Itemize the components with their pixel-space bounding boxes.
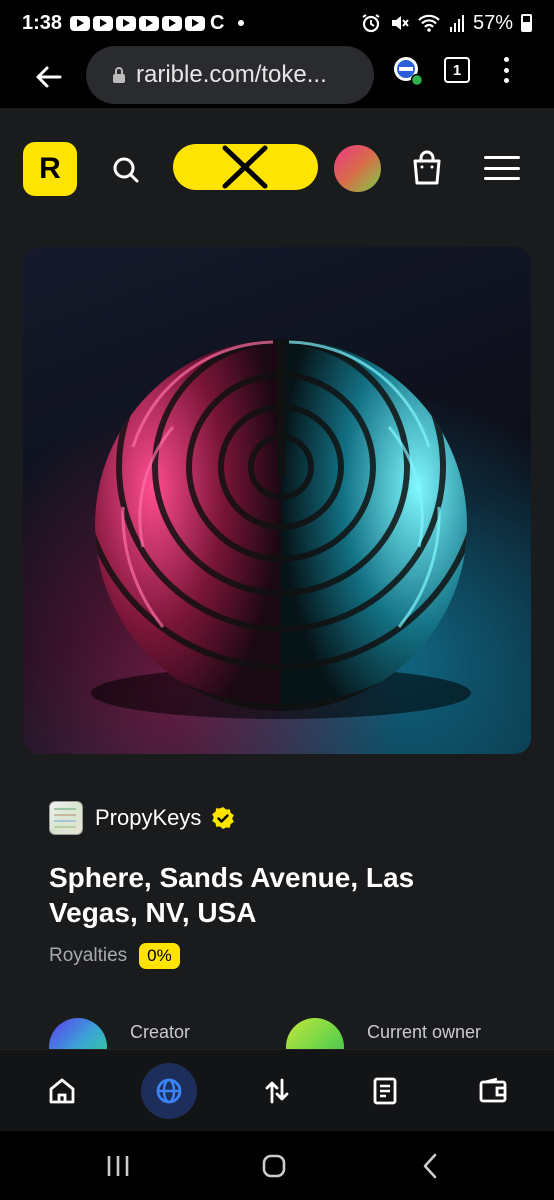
bottom-navigation bbox=[0, 1049, 554, 1131]
lock-icon bbox=[113, 67, 125, 83]
youtube-notification-icon bbox=[162, 15, 183, 31]
collection-thumbnail bbox=[49, 801, 83, 835]
royalties-label: Royalties bbox=[49, 945, 128, 966]
home-button-icon bbox=[262, 1154, 286, 1178]
token-title: Sphere, Sands Avenue, Las Vegas, NV, USA bbox=[49, 862, 415, 928]
nav-explore-button[interactable] bbox=[141, 1063, 197, 1119]
globe-icon bbox=[156, 1078, 182, 1104]
wallet-icon bbox=[479, 1077, 507, 1103]
alarm-icon bbox=[362, 14, 380, 33]
collection-name[interactable]: PropyKeys bbox=[95, 805, 201, 831]
browser-menu-button[interactable] bbox=[496, 54, 516, 86]
verified-badge-icon bbox=[212, 807, 235, 829]
back-system-button[interactable] bbox=[410, 1151, 450, 1181]
back-arrow-icon bbox=[36, 66, 62, 88]
x-promo-button[interactable] bbox=[173, 144, 318, 190]
royalties-row: Royalties 0% bbox=[49, 943, 180, 969]
neon-sphere-artwork bbox=[91, 339, 471, 719]
extension-icon bbox=[394, 57, 424, 87]
nav-home-button[interactable] bbox=[34, 1063, 90, 1119]
battery-icon bbox=[521, 14, 532, 32]
rarible-logo[interactable]: R bbox=[23, 142, 77, 196]
site-header: R bbox=[0, 108, 554, 226]
recents-button[interactable] bbox=[98, 1151, 138, 1181]
back-button-icon bbox=[423, 1153, 437, 1179]
nav-activity-button[interactable] bbox=[249, 1063, 305, 1119]
address-bar[interactable]: rarible.com/toke... bbox=[86, 46, 374, 104]
x-logo-icon bbox=[222, 145, 268, 189]
battery-percent: 57% bbox=[472, 11, 513, 34]
user-avatar[interactable] bbox=[334, 145, 381, 192]
youtube-notification-icon bbox=[93, 15, 114, 31]
system-navigation-bar bbox=[0, 1131, 554, 1200]
creator-label: Creator bbox=[130, 1022, 191, 1042]
nav-wallet-button[interactable] bbox=[465, 1063, 521, 1119]
browser-toolbar: rarible.com/toke... 1 bbox=[0, 46, 554, 108]
home-system-button[interactable] bbox=[254, 1151, 294, 1181]
youtube-notification-icon bbox=[185, 15, 206, 31]
nft-artwork-image[interactable] bbox=[23, 247, 531, 754]
status-time: 1:38 bbox=[22, 11, 63, 34]
notification-c-icon: C bbox=[210, 11, 225, 34]
back-button[interactable] bbox=[18, 46, 78, 108]
royalties-badge: 0% bbox=[139, 943, 180, 969]
shopping-bag-icon bbox=[413, 150, 441, 185]
url-text: rarible.com/toke... bbox=[136, 61, 327, 88]
signal-icon bbox=[449, 15, 464, 32]
recents-icon bbox=[107, 1156, 129, 1176]
search-button[interactable] bbox=[106, 150, 146, 190]
hamburger-menu-button[interactable] bbox=[484, 156, 520, 180]
status-bar: 1:38 C 57% bbox=[0, 0, 554, 46]
wifi-icon bbox=[418, 14, 440, 32]
owner-label: Current owner bbox=[367, 1022, 482, 1042]
cart-button[interactable] bbox=[408, 148, 446, 188]
home-icon bbox=[49, 1078, 75, 1104]
document-icon bbox=[373, 1077, 397, 1105]
tab-switcher-button[interactable]: 1 bbox=[444, 57, 470, 83]
mute-icon bbox=[391, 16, 409, 30]
nav-documents-button[interactable] bbox=[357, 1063, 413, 1119]
more-notifications-dot bbox=[238, 20, 245, 26]
youtube-notification-icon bbox=[139, 15, 160, 31]
youtube-notification-icon bbox=[70, 15, 91, 31]
extension-button[interactable] bbox=[393, 56, 424, 87]
search-icon bbox=[113, 157, 139, 183]
transfer-arrows-icon bbox=[265, 1078, 289, 1104]
youtube-notification-icon bbox=[116, 15, 137, 31]
collection-row[interactable]: PropyKeys bbox=[49, 801, 235, 835]
